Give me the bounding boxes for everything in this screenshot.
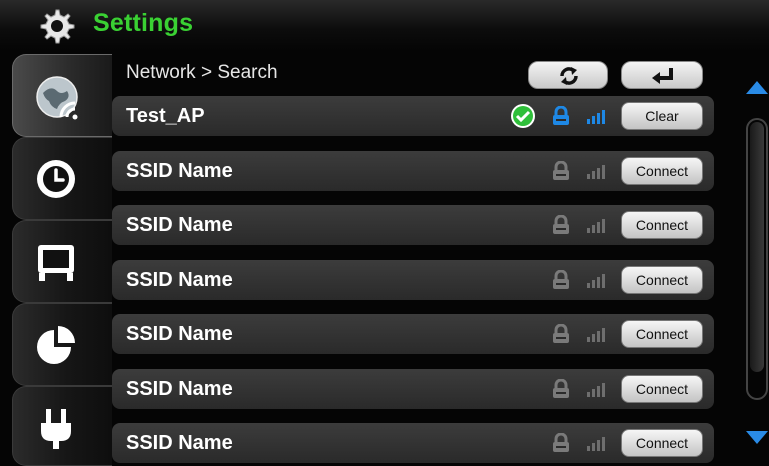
lock-icon	[553, 215, 569, 234]
breadcrumb: Network > Search	[126, 62, 278, 83]
lock-icon	[553, 270, 569, 289]
scroll-down-icon[interactable]	[744, 428, 769, 446]
pie-chart-icon	[37, 326, 75, 364]
signal-strength-icon	[587, 328, 605, 342]
connect-button[interactable]: Connect	[621, 211, 703, 239]
refresh-icon	[560, 67, 578, 85]
connect-button[interactable]: Connect	[621, 157, 703, 185]
connect-button[interactable]: Connect	[621, 266, 703, 294]
title-bar: Settings	[0, 0, 769, 50]
signal-strength-icon	[587, 274, 605, 288]
connect-button[interactable]: Connect	[621, 429, 703, 457]
ssid-label: SSID Name	[126, 432, 233, 454]
lock-icon	[553, 433, 569, 452]
ssid-label: Test_AP	[126, 105, 205, 127]
signal-strength-icon	[587, 110, 605, 124]
tab-network[interactable]	[12, 54, 112, 137]
back-button[interactable]	[621, 61, 703, 89]
ssid-label: SSID Name	[126, 378, 233, 400]
signal-strength-icon	[587, 437, 605, 451]
scroll-up-icon[interactable]	[744, 78, 769, 96]
network-row[interactable]: SSID Name Connect	[112, 260, 714, 300]
network-row[interactable]: SSID Name Connect	[112, 205, 714, 245]
signal-strength-icon	[587, 219, 605, 233]
tab-power[interactable]	[12, 386, 112, 466]
lock-icon	[553, 106, 569, 125]
app-title: Settings	[93, 9, 194, 37]
connect-button[interactable]: Connect	[621, 375, 703, 403]
ssid-label: SSID Name	[126, 269, 233, 291]
signal-strength-icon	[587, 165, 605, 179]
tab-storage[interactable]	[12, 303, 112, 386]
network-row[interactable]: SSID Name Connect	[112, 314, 714, 354]
monitor-icon	[38, 245, 74, 281]
plug-icon	[41, 409, 71, 449]
scrollbar[interactable]	[746, 118, 768, 400]
lock-icon	[553, 379, 569, 398]
connected-check-icon	[511, 104, 535, 128]
tab-clock[interactable]	[12, 137, 112, 220]
network-row[interactable]: SSID Name Connect	[112, 423, 714, 463]
ssid-label: SSID Name	[126, 323, 233, 345]
ssid-label: SSID Name	[126, 214, 233, 236]
network-row[interactable]: SSID Name Connect	[112, 151, 714, 191]
clock-icon	[37, 160, 75, 198]
network-row[interactable]: SSID Name Connect	[112, 369, 714, 409]
network-search-panel: Network > Search Test_AP Clear SSID Name Co…	[112, 52, 734, 466]
globe-wifi-icon	[36, 76, 78, 120]
connect-button[interactable]: Connect	[621, 320, 703, 348]
network-row[interactable]: Test_AP Clear	[112, 96, 714, 136]
gear-icon	[40, 9, 75, 44]
lock-icon	[553, 324, 569, 343]
lock-icon	[553, 161, 569, 180]
signal-strength-icon	[587, 383, 605, 397]
clear-button[interactable]: Clear	[621, 102, 703, 130]
scroll-thumb[interactable]	[750, 122, 764, 372]
refresh-button[interactable]	[528, 61, 608, 89]
tab-display[interactable]	[12, 220, 112, 303]
ssid-label: SSID Name	[126, 160, 233, 182]
return-icon	[652, 68, 673, 84]
